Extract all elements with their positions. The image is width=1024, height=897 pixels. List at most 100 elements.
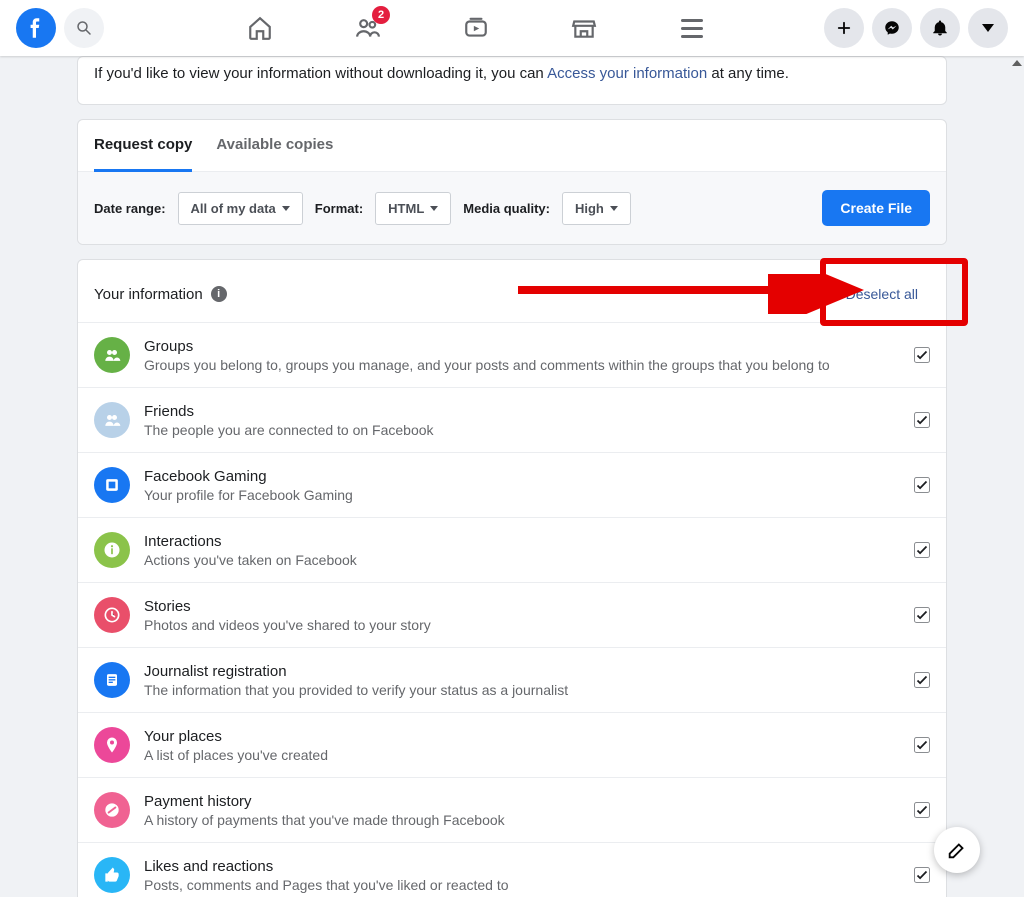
item-title: Interactions [144, 533, 900, 550]
item-checkbox[interactable] [914, 607, 930, 623]
info-item-row[interactable]: Groups Groups you belong to, groups you m… [78, 322, 946, 387]
info-item-row[interactable]: Facebook GamingYour profile for Facebook… [78, 452, 946, 517]
item-checkbox[interactable] [914, 867, 930, 883]
messenger-button[interactable] [872, 8, 912, 48]
format-dropdown[interactable]: HTML [375, 192, 451, 225]
date-range-label: Date range: [94, 201, 166, 216]
item-checkbox[interactable] [914, 347, 930, 363]
item-desc: The information that you provided to ver… [144, 682, 900, 698]
bell-icon [931, 19, 949, 37]
list-header: Your information i Deselect all [78, 260, 946, 322]
item-icon [94, 337, 130, 373]
nav-home[interactable] [240, 8, 280, 48]
hamburger-icon [679, 15, 705, 41]
edit-icon [946, 839, 968, 861]
media-quality-label: Media quality: [463, 201, 550, 216]
nav-menu[interactable] [672, 8, 712, 48]
info-item-row[interactable]: InteractionsActions you've taken on Face… [78, 517, 946, 582]
search-icon [75, 19, 93, 37]
tab-available-copies[interactable]: Available copies [216, 120, 333, 171]
intro-suffix: at any time. [707, 65, 789, 82]
plus-icon [835, 19, 853, 37]
item-icon [94, 597, 130, 633]
item-title: Payment history [144, 793, 900, 810]
item-body: Stories Photos and videos you've shared t… [144, 598, 900, 633]
item-checkbox[interactable] [914, 542, 930, 558]
item-title: Journalist registration [144, 663, 900, 680]
nav-center: 2 [240, 0, 724, 56]
check-icon [914, 737, 930, 753]
info-item-row[interactable]: Journalist registration The information t… [78, 647, 946, 712]
format-value: HTML [388, 201, 424, 216]
edit-fab[interactable] [934, 827, 980, 873]
create-file-button[interactable]: Create File [822, 190, 930, 226]
home-icon [247, 15, 273, 41]
request-card: Request copy Available copies Date range… [77, 119, 947, 245]
info-item-row[interactable]: Likes and reactionsPosts, comments and P… [78, 842, 946, 897]
create-button[interactable] [824, 8, 864, 48]
check-icon [914, 867, 930, 883]
item-desc: The people you are connected to on Faceb… [144, 422, 900, 438]
check-icon [914, 542, 930, 558]
your-information-card: Your information i Deselect all GroupsGr… [77, 259, 947, 897]
date-range-value: All of my data [191, 201, 276, 216]
account-button[interactable] [968, 8, 1008, 48]
item-title: Friends [144, 403, 900, 420]
info-item-row[interactable]: Friends The people you are connected to o… [78, 387, 946, 452]
nav-friends[interactable]: 2 [348, 8, 388, 48]
check-icon [914, 672, 930, 688]
format-label: Format: [315, 201, 363, 216]
item-icon [94, 402, 130, 438]
top-nav: 2 [0, 0, 1024, 56]
item-title: Likes and reactions [144, 858, 900, 875]
marketplace-icon [571, 15, 597, 41]
intro-prefix: If you'd like to view your information w… [94, 65, 547, 82]
item-desc: Photos and videos you've shared to your … [144, 617, 900, 633]
item-checkbox[interactable] [914, 737, 930, 753]
access-info-link[interactable]: Access your information [547, 65, 707, 82]
caret-down-icon [282, 206, 290, 211]
item-body: Payment history A history of payments tha… [144, 793, 900, 828]
check-icon [914, 607, 930, 623]
item-icon [94, 532, 130, 568]
intro-card: If you'd like to view your information w… [77, 56, 947, 105]
media-quality-dropdown[interactable]: High [562, 192, 631, 225]
scroll-up-arrow[interactable] [1012, 60, 1022, 66]
caret-down-icon [430, 206, 438, 211]
caret-down-icon [982, 24, 994, 32]
item-checkbox[interactable] [914, 802, 930, 818]
facebook-logo[interactable] [16, 8, 56, 48]
info-item-row[interactable]: Your placesA list of places you've creat… [78, 712, 946, 777]
item-desc: A history of payments that you've made t… [144, 812, 900, 828]
media-quality-value: High [575, 201, 604, 216]
your-information-heading: Your information [94, 286, 203, 303]
page-scroll[interactable]: If you'd like to view your information w… [0, 56, 1024, 897]
item-body: InteractionsActions you've taken on Face… [144, 533, 900, 568]
controls-row: Date range: All of my data Format: HTML … [78, 172, 946, 244]
info-icon[interactable]: i [211, 286, 227, 302]
search-button[interactable] [64, 8, 104, 48]
item-icon [94, 792, 130, 828]
notifications-button[interactable] [920, 8, 960, 48]
info-item-row[interactable]: Payment history A history of payments tha… [78, 777, 946, 842]
item-body: Groups Groups you belong to, groups you m… [144, 338, 900, 373]
item-desc: A list of places you've created [144, 747, 900, 763]
item-title: Stories [144, 598, 900, 615]
item-checkbox[interactable] [914, 477, 930, 493]
friends-badge: 2 [372, 6, 390, 24]
item-icon [94, 857, 130, 893]
nav-marketplace[interactable] [564, 8, 604, 48]
item-body: Likes and reactionsPosts, comments and P… [144, 858, 900, 893]
item-title: Groups [144, 338, 900, 355]
nav-watch[interactable] [456, 8, 496, 48]
tab-request-copy[interactable]: Request copy [94, 120, 192, 172]
deselect-all-link[interactable]: Deselect all [834, 280, 930, 308]
item-desc: Groups you belong to, groups you manage,… [144, 357, 900, 373]
date-range-dropdown[interactable]: All of my data [178, 192, 303, 225]
item-checkbox[interactable] [914, 672, 930, 688]
info-item-row[interactable]: Stories Photos and videos you've shared t… [78, 582, 946, 647]
item-desc: Your profile for Facebook Gaming [144, 487, 900, 503]
nav-right [824, 0, 1008, 56]
item-body: Friends The people you are connected to o… [144, 403, 900, 438]
item-checkbox[interactable] [914, 412, 930, 428]
